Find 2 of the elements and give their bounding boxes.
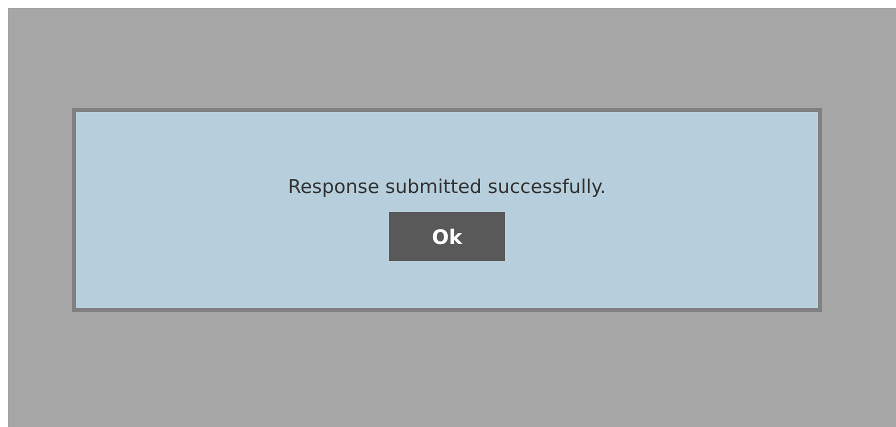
ok-button[interactable]: Ok: [389, 212, 505, 261]
dialog-message: Response submitted successfully.: [288, 176, 606, 198]
